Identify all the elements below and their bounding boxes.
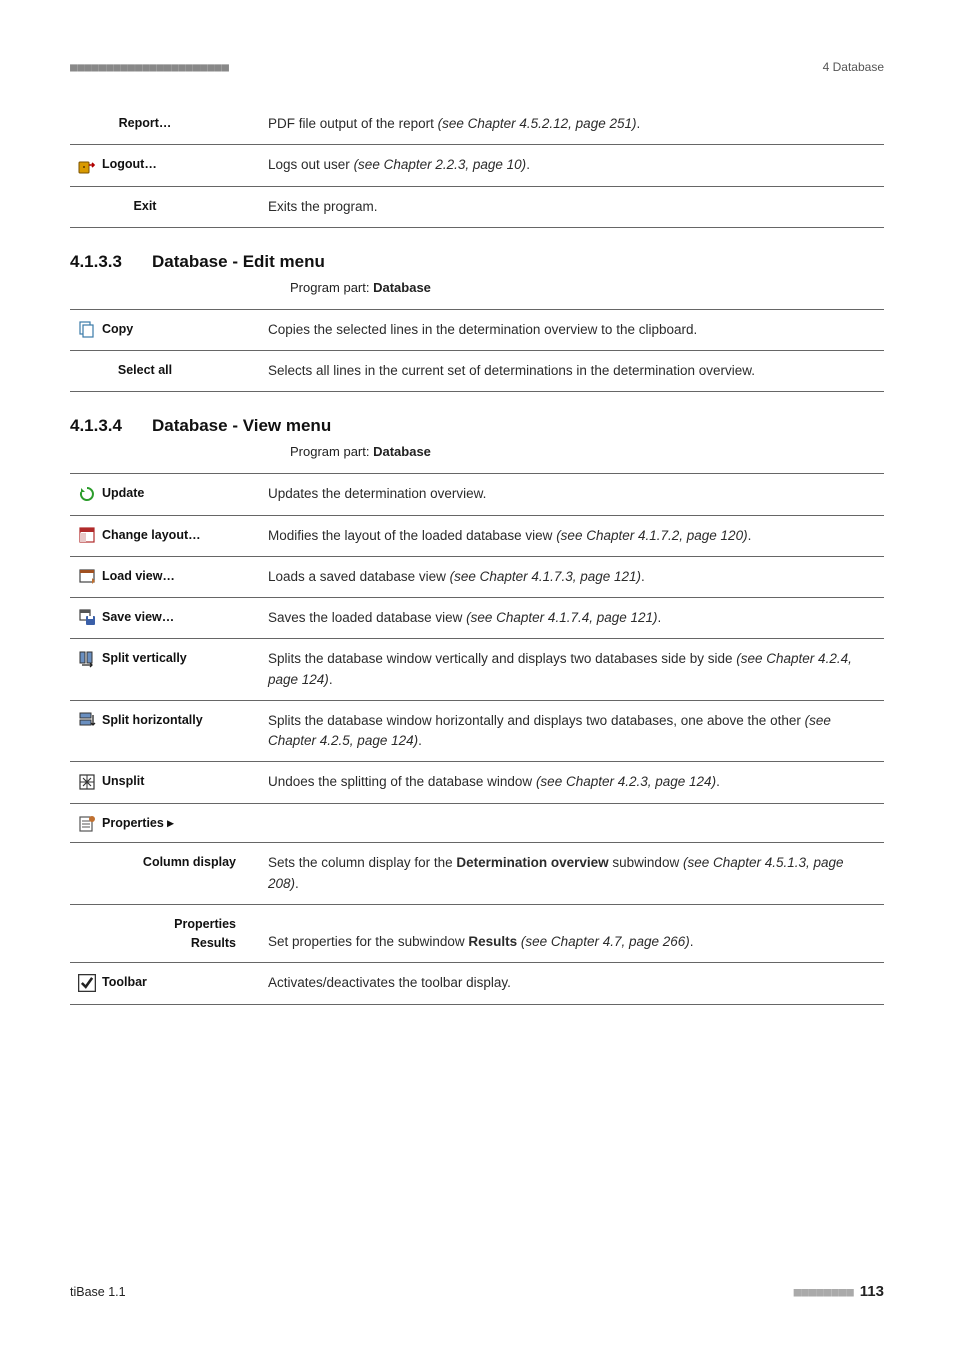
menu-item-label: Load view… <box>102 567 175 586</box>
table-row: Properties ▸ <box>70 803 884 843</box>
menu-item-description: Splits the database window vertically an… <box>260 639 884 701</box>
refresh-icon <box>78 485 96 503</box>
program-part-view: Program part: Database <box>70 440 884 473</box>
menu-item-label: Select all <box>118 361 172 380</box>
save-view-icon <box>78 608 96 626</box>
table-row: Unsplit Undoes the splitting of the data… <box>70 762 884 803</box>
menu-item-label: Unsplit <box>102 772 144 791</box>
menu-item-label: Split vertically <box>102 649 187 668</box>
menu-item-label: PropertiesResults <box>174 915 236 953</box>
menu-item-description: Set properties for the subwindow Results… <box>260 904 884 963</box>
menu-item-description: Sets the column display for the Determin… <box>260 843 884 905</box>
logout-icon <box>78 156 96 174</box>
menu-item-description: Logs out user (see Chapter 2.2.3, page 1… <box>260 145 884 186</box>
menu-item-description: Splits the database window horizontally … <box>260 700 884 762</box>
table-row: Toolbar Activates/deactivates the toolba… <box>70 963 884 1004</box>
menu-item-label: Toolbar <box>102 973 147 992</box>
menu-item-description: Copies the selected lines in the determi… <box>260 309 884 350</box>
page-footer: tiBase 1.1 ■■■■■■■■ 113 <box>70 1283 884 1300</box>
menu-item-description: Exits the program. <box>260 186 884 227</box>
view-menu-table: Update Updates the determination overvie… <box>70 473 884 1004</box>
table-row: Split horizontally Splits the database w… <box>70 700 884 762</box>
table-row: Update Updates the determination overvie… <box>70 474 884 515</box>
menu-item-description: Undoes the splitting of the database win… <box>260 762 884 803</box>
checkbox-checked-icon <box>78 974 96 992</box>
header-dashes: ■■■■■■■■■■■■■■■■■■■■■■ <box>70 60 229 74</box>
menu-item-label: Exit <box>134 197 157 216</box>
menu-item-label: Save view… <box>102 608 174 627</box>
section-heading-view: 4.1.3.4 Database - View menu <box>70 392 884 440</box>
menu-item-description: Selects all lines in the current set of … <box>260 351 884 392</box>
table-row: Report… PDF file output of the report (s… <box>70 104 884 145</box>
table-row: Load view… Loads a saved database view (… <box>70 556 884 597</box>
menu-item-description: Saves the loaded database view (see Chap… <box>260 598 884 639</box>
table-row: Column display Sets the column display f… <box>70 843 884 905</box>
footer-left: tiBase 1.1 <box>70 1285 126 1299</box>
menu-item-label: Report… <box>119 114 172 133</box>
layout-icon <box>78 526 96 544</box>
footer-dashes: ■■■■■■■■ <box>794 1284 854 1299</box>
menu-item-label: Column display <box>143 853 236 872</box>
table-row: Logout… Logs out user (see Chapter 2.2.3… <box>70 145 884 186</box>
page-number: 113 <box>860 1283 884 1300</box>
section-number: 4.1.3.3 <box>70 252 122 272</box>
table-row: Exit Exits the program. <box>70 186 884 227</box>
file-menu-table: Report… PDF file output of the report (s… <box>70 104 884 228</box>
properties-icon <box>78 814 96 832</box>
menu-item-label: Split horizontally <box>102 711 203 730</box>
menu-item-description: Activates/deactivates the toolbar displa… <box>260 963 884 1004</box>
load-view-icon <box>78 567 96 585</box>
menu-item-label: Logout… <box>102 155 157 174</box>
table-row: Change layout… Modifies the layout of th… <box>70 515 884 556</box>
copy-icon <box>78 320 96 338</box>
split-vertical-icon <box>78 650 96 668</box>
section-heading-edit: 4.1.3.3 Database - Edit menu <box>70 228 884 276</box>
unsplit-icon <box>78 773 96 791</box>
menu-item-description <box>260 803 884 843</box>
menu-item-description: Modifies the layout of the loaded databa… <box>260 515 884 556</box>
table-row: Split vertically Splits the database win… <box>70 639 884 701</box>
page-header: ■■■■■■■■■■■■■■■■■■■■■■ 4 Database <box>70 60 884 104</box>
table-row: Select all Selects all lines in the curr… <box>70 351 884 392</box>
split-horizontal-icon <box>78 711 96 729</box>
section-number: 4.1.3.4 <box>70 416 122 436</box>
program-part-edit: Program part: Database <box>70 276 884 309</box>
menu-item-description: PDF file output of the report (see Chapt… <box>260 104 884 145</box>
menu-item-label: Properties ▸ <box>102 814 174 833</box>
table-row: PropertiesResults Set properties for the… <box>70 904 884 963</box>
menu-item-description: Loads a saved database view (see Chapter… <box>260 556 884 597</box>
table-row: Copy Copies the selected lines in the de… <box>70 309 884 350</box>
menu-item-label: Update <box>102 484 144 503</box>
section-title: Database - View menu <box>152 416 331 436</box>
menu-item-label: Copy <box>102 320 133 339</box>
menu-item-description: Updates the determination overview. <box>260 474 884 515</box>
table-row: Save view… Saves the loaded database vie… <box>70 598 884 639</box>
menu-item-label: Change layout… <box>102 526 201 545</box>
header-chapter: 4 Database <box>823 60 884 74</box>
section-title: Database - Edit menu <box>152 252 325 272</box>
edit-menu-table: Copy Copies the selected lines in the de… <box>70 309 884 393</box>
